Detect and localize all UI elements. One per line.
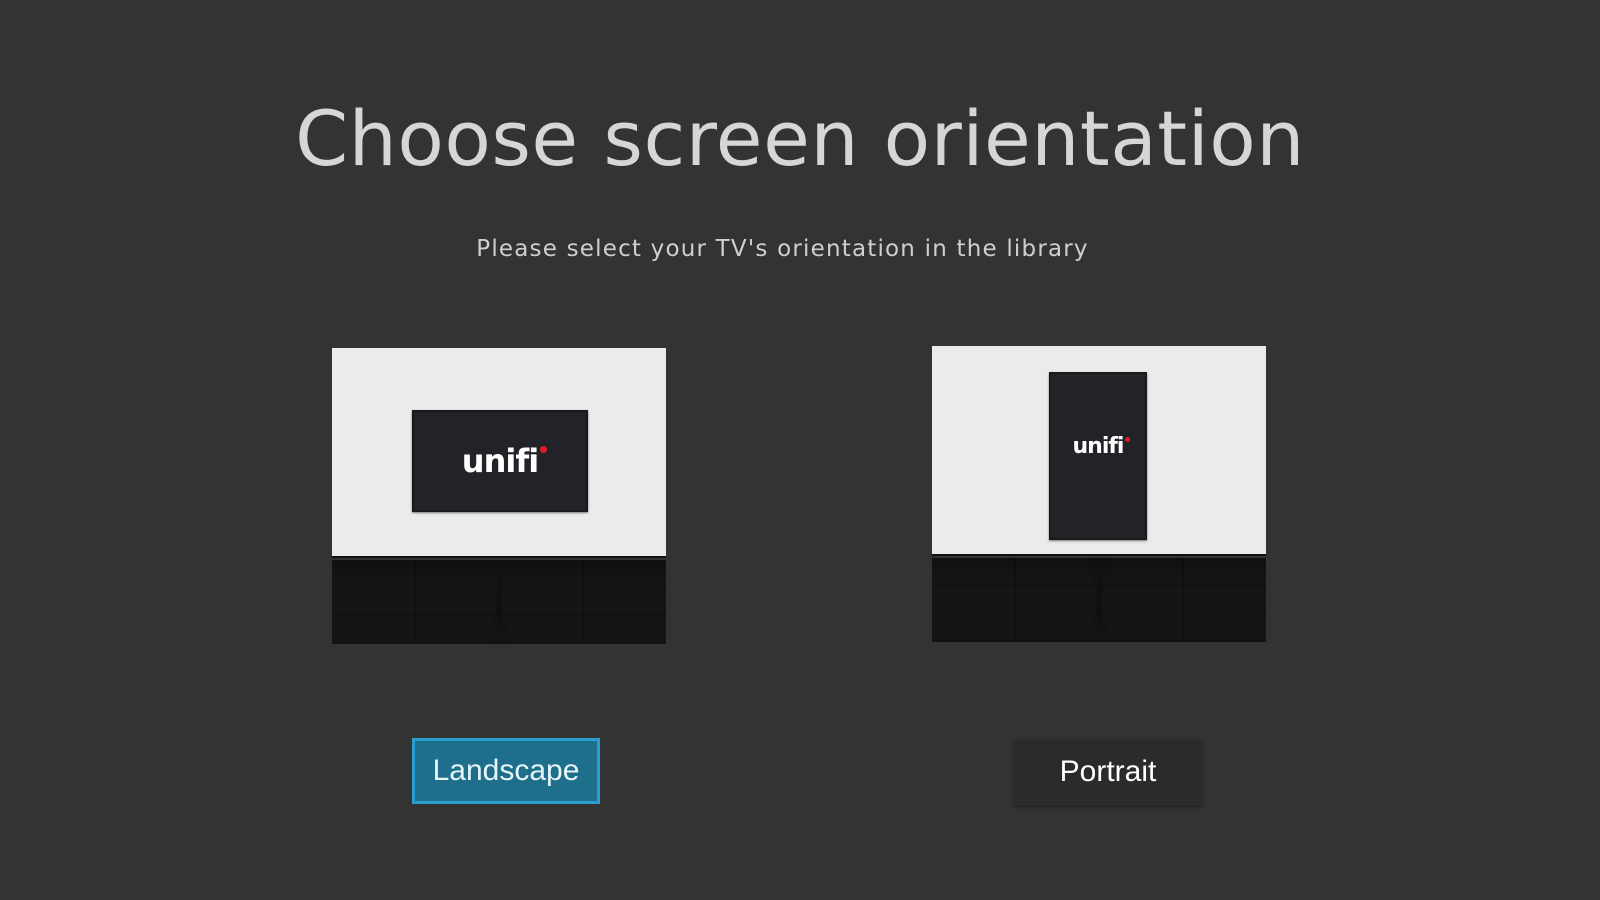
logo-dot	[540, 446, 548, 453]
logo-dot	[1125, 437, 1131, 442]
landscape-preview[interactable]: unifi	[332, 348, 666, 646]
landscape-floor	[332, 560, 666, 644]
page-subtitle: Please select your TV's orientation in t…	[476, 236, 1089, 262]
unifi-logo-icon: unifi	[1073, 434, 1131, 459]
portrait-preview[interactable]: unifi	[932, 346, 1266, 644]
page-title: Choose screen orientation	[295, 94, 1305, 183]
landscape-button[interactable]: Landscape	[412, 738, 600, 804]
unifi-logo-icon: unifi	[462, 442, 548, 480]
landscape-wall: unifi	[332, 348, 666, 556]
landscape-tv-screen: unifi	[412, 410, 588, 512]
orientation-screen: Choose screen orientation Please select …	[0, 0, 1600, 900]
portrait-wall: unifi	[932, 346, 1266, 554]
portrait-tv-screen: unifi	[1049, 372, 1147, 540]
portrait-button[interactable]: Portrait	[1014, 739, 1202, 805]
portrait-floor	[932, 558, 1266, 642]
